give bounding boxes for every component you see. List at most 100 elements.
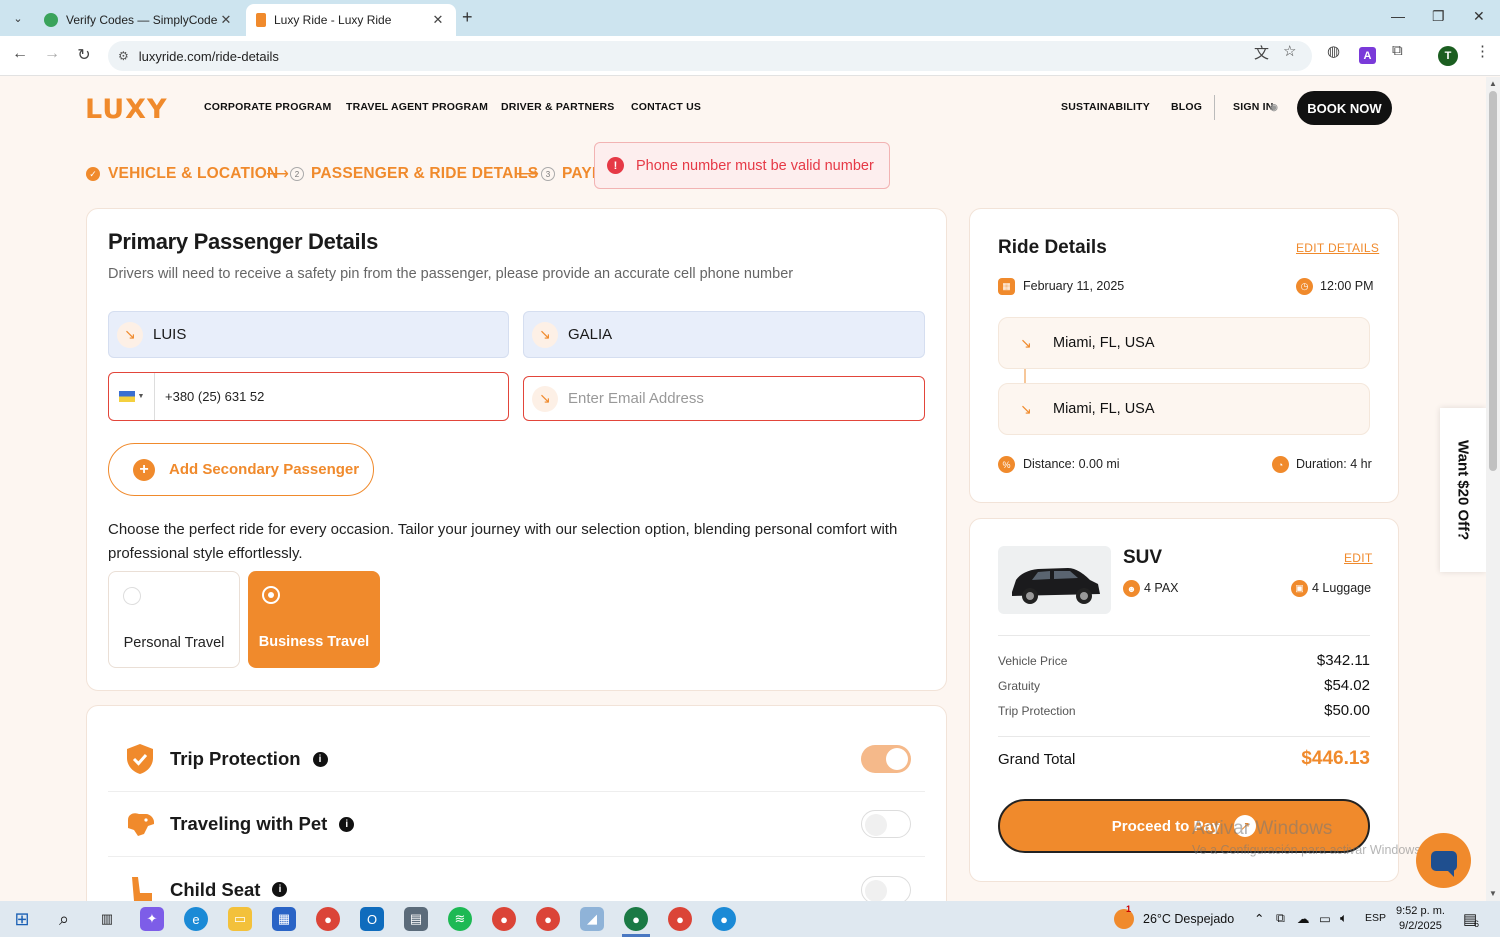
minimize-icon[interactable]: — (1391, 8, 1405, 24)
chrome-icon[interactable]: ● (316, 907, 340, 931)
info-icon[interactable]: i (339, 816, 355, 832)
search-icon[interactable]: ⌕ (52, 907, 76, 931)
page-scrollbar[interactable]: ▲ ▼ (1486, 77, 1500, 901)
extensions-puzzle-icon[interactable]: ⧉ (1392, 42, 1403, 59)
weather-text[interactable]: 26°C Despejado (1143, 912, 1234, 926)
toggle-knob (865, 814, 887, 836)
add-secondary-passenger-button[interactable]: + Add Secondary Passenger (108, 443, 374, 496)
restore-icon[interactable]: ❐ (1432, 8, 1445, 25)
nav-corporate-program[interactable]: CORPORATE PROGRAM (204, 101, 331, 113)
close-window-icon[interactable]: ✕ (1473, 8, 1485, 25)
grand-total-row: Grand Total $446.13 (998, 748, 1370, 770)
chrome-profile-icon[interactable]: ● (668, 907, 692, 931)
radio-selected[interactable] (262, 586, 280, 604)
globe-icon[interactable]: ◍ (1327, 42, 1340, 60)
calculator-icon[interactable]: ▤ (404, 907, 428, 931)
promo-side-tab[interactable]: Want $20 Off? (1440, 408, 1486, 572)
gratuity-row: Gratuity $54.02 (998, 677, 1370, 694)
business-travel-option[interactable]: Business Travel (248, 571, 380, 668)
chat-bubble-icon (1430, 850, 1457, 877)
phone-value: +380 (25) 631 52 (165, 389, 265, 404)
chat-button[interactable] (1416, 833, 1471, 888)
chrome-profile-icon[interactable]: ● (712, 907, 736, 931)
tab-close-icon[interactable]: ✕ (430, 12, 446, 28)
edge-icon[interactable]: e (184, 907, 208, 931)
last-name-field[interactable]: ↘ GALIA (523, 311, 925, 358)
edit-vehicle-link[interactable]: EDIT (1344, 551, 1373, 565)
child-seat-toggle[interactable] (861, 875, 911, 904)
nav-sustainability[interactable]: SUSTAINABILITY (1061, 101, 1150, 113)
file-explorer-icon[interactable]: ▭ (228, 907, 252, 931)
browser-menu-icon[interactable]: ⋮ (1475, 42, 1490, 60)
book-now-button[interactable]: BOOK NOW (1297, 91, 1392, 125)
step-vehicle-location[interactable]: VEHICLE & LOCATION (108, 165, 278, 183)
tray-chevron-icon[interactable]: ⌃ (1254, 911, 1264, 926)
traveling-with-pet-toggle[interactable] (861, 810, 911, 838)
tab-close-icon[interactable]: ✕ (218, 12, 234, 28)
arrow-down-right-icon: ↘ (117, 321, 143, 348)
vehicle-pax: 4 PAX (1144, 581, 1179, 595)
app-icon[interactable]: ◢ (580, 907, 604, 931)
store-icon[interactable]: ▦ (272, 907, 296, 931)
spotify-icon[interactable]: ≋ (448, 907, 472, 931)
translate-icon[interactable]: 文 (1254, 42, 1269, 63)
personal-travel-option[interactable]: Personal Travel (108, 571, 240, 668)
scroll-down-icon[interactable]: ▼ (1489, 889, 1497, 898)
extension-a-icon[interactable]: A (1359, 47, 1376, 64)
email-field[interactable]: ↘ Enter Email Address (523, 376, 925, 421)
scroll-thumb[interactable] (1489, 91, 1497, 471)
network-icon[interactable]: ▭ (1319, 911, 1331, 926)
trip-protection-toggle[interactable] (861, 745, 911, 773)
nav-travel-agent-program[interactable]: TRAVEL AGENT PROGRAM (346, 101, 488, 113)
step-arrow-icon: ⟶ (516, 166, 539, 183)
edit-details-link[interactable]: EDIT DETAILS (1296, 241, 1379, 255)
info-icon[interactable]: i (312, 751, 328, 767)
info-icon[interactable]: i (272, 882, 288, 897)
windows-activation-watermark: Activar Windows (1192, 818, 1333, 839)
chrome-profile-icon[interactable]: ● (492, 907, 516, 931)
clock-icon: ◷ (1296, 278, 1313, 295)
task-view-icon[interactable]: ▥ (95, 907, 119, 931)
copilot-icon[interactable]: ✦ (140, 907, 164, 931)
trip-protection-row: Trip Protection i (108, 727, 925, 792)
plus-circle-icon: + (133, 458, 155, 481)
nav-driver-partners[interactable]: DRIVER & PARTNERS (501, 101, 614, 113)
chrome-profile-active-icon[interactable]: ● (624, 907, 648, 931)
forward-icon[interactable]: → (42, 45, 62, 63)
vehicle-price-label: Vehicle Price (998, 654, 1068, 668)
scroll-up-icon[interactable]: ▲ (1489, 79, 1497, 88)
profile-avatar[interactable]: T (1438, 46, 1458, 66)
tab-simplycodes[interactable]: Verify Codes — SimplyCodes ✕ (34, 4, 244, 36)
simplycodes-favicon-icon (44, 13, 58, 27)
tray-app-icon[interactable]: ⧉ (1276, 911, 1285, 926)
pricing-divider (998, 635, 1370, 636)
country-code-select[interactable]: ▼ (109, 373, 155, 420)
taskbar-clock[interactable]: 9:52 p. m. 9/2/2025 (1396, 904, 1445, 934)
bookmark-star-icon[interactable]: ☆ (1283, 42, 1296, 60)
language-indicator[interactable]: ESP (1365, 912, 1386, 924)
luxy-logo[interactable]: LUXY (85, 94, 168, 125)
error-info-icon: ! (607, 157, 624, 174)
nav-blog[interactable]: BLOG (1171, 101, 1202, 113)
nav-contact-us[interactable]: CONTACT US (631, 101, 701, 113)
first-name-field[interactable]: ↘ LUIS (108, 311, 509, 358)
phone-field[interactable]: ▼ +380 (25) 631 52 (108, 372, 509, 421)
tab-search-chevron-icon[interactable]: ⌄ (6, 6, 30, 30)
tab-luxy-ride[interactable]: Luxy Ride - Luxy Ride ✕ (246, 4, 456, 36)
first-name-value: LUIS (153, 326, 187, 343)
windows-start-icon[interactable]: ⊞ (10, 907, 34, 931)
clock-date: 9/2/2025 (1399, 920, 1442, 932)
reload-icon[interactable]: ↻ (74, 45, 94, 65)
radio-unselected[interactable] (123, 587, 141, 605)
clock-time: 9:52 p. m. (1396, 905, 1445, 917)
travel-type-description: Choose the perfect ride for every occasi… (108, 521, 898, 562)
nav-sign-in[interactable]: SIGN IN (1233, 101, 1274, 113)
chrome-profile-icon[interactable]: ● (536, 907, 560, 931)
new-tab-plus-icon[interactable]: + (462, 7, 473, 28)
cloud-icon[interactable]: ☁ (1297, 911, 1310, 926)
site-settings-icon[interactable]: ⚙ (118, 49, 129, 63)
volume-icon[interactable]: 🔈︎ (1340, 911, 1348, 926)
outlook-icon[interactable]: O (360, 907, 384, 931)
address-bar[interactable]: ⚙ luxyride.com/ride-details (108, 41, 1312, 71)
back-icon[interactable]: ← (10, 45, 30, 63)
